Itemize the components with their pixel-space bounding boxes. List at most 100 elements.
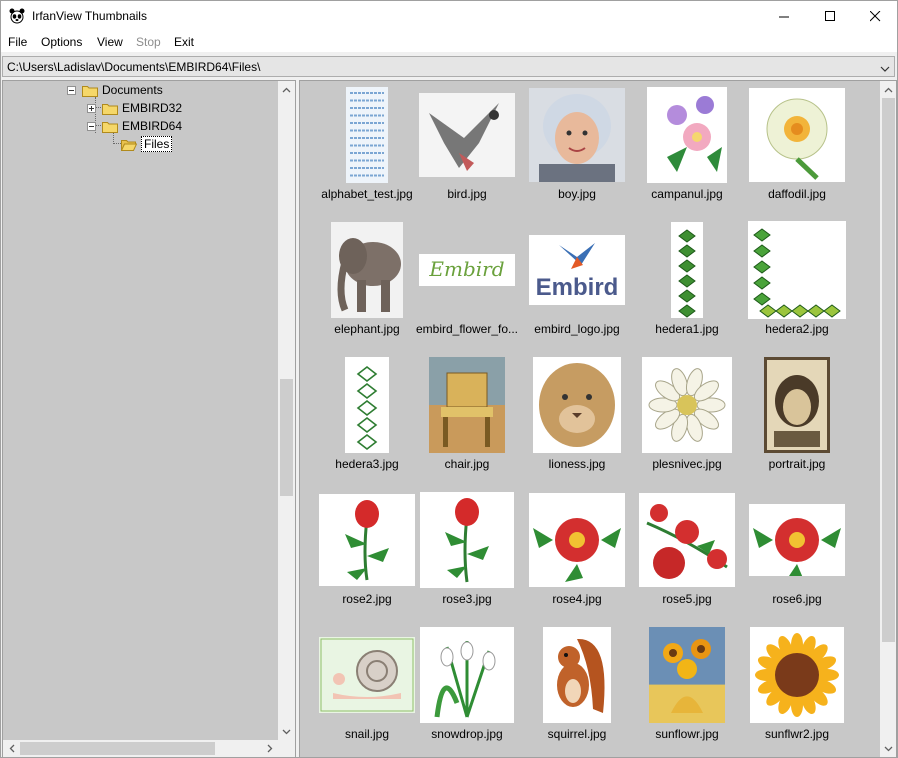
thumbnail-frame[interactable] [632,85,742,185]
scroll-down-icon[interactable] [278,723,295,740]
thumbnail-image[interactable] [533,357,621,453]
thumbnail-frame[interactable] [742,355,852,455]
expand-icon[interactable] [87,103,96,113]
thumbnail-frame[interactable]: Embird [412,220,522,320]
thumbnail-image[interactable] [419,93,515,177]
thumbnail-filename[interactable]: squirrel.jpg [514,727,640,741]
thumbnail-filename[interactable]: lioness.jpg [514,457,640,471]
thumbnail-item[interactable]: boy.jpg [522,85,632,210]
thumbnail-image[interactable] [647,87,727,183]
path-combobox[interactable]: C:\Users\Ladislav\Documents\EMBIRD64\Fil… [2,56,895,77]
menu-stop[interactable]: Stop [136,35,161,49]
thumbnail-vertical-scroll-thumb[interactable] [882,98,895,642]
thumbnail-frame[interactable] [742,625,852,725]
thumbnail-filename[interactable]: daffodil.jpg [734,187,860,201]
thumbnail-filename[interactable]: bird.jpg [404,187,530,201]
thumbnail-filename[interactable]: embird_flower_fo... [404,322,530,336]
thumbnail-item[interactable]: hedera2.jpg [742,220,852,345]
thumbnail-image[interactable]: Embird [419,254,515,286]
thumbnail-frame[interactable] [742,220,852,320]
menu-view[interactable]: View [97,35,123,49]
thumbnail-image[interactable] [649,627,725,723]
folder-tree[interactable]: Documents EMBIRD32 EMBIRD64 Files [2,80,296,758]
thumbnail-item[interactable]: rose4.jpg [522,490,632,615]
tree-item-files[interactable]: Files [121,135,173,153]
thumbnail-item[interactable]: portrait.jpg [742,355,852,480]
tree-vertical-scroll-thumb[interactable] [280,379,293,496]
thumbnail-image[interactable] [319,637,415,713]
thumbnail-filename[interactable]: boy.jpg [514,187,640,201]
thumbnail-image[interactable] [749,504,845,576]
thumbnail-image[interactable] [429,357,505,453]
title-bar[interactable]: IrfanView Thumbnails [1,1,897,31]
thumbnail-item[interactable]: plesnivec.jpg [632,355,742,480]
thumbnail-frame[interactable] [412,625,522,725]
tree-item-documents[interactable]: Documents [67,81,163,99]
thumbnail-frame[interactable] [312,220,422,320]
thumbnail-image[interactable] [642,357,732,453]
thumbnail-filename[interactable]: embird_logo.jpg [514,322,640,336]
tree-vertical-scrollbar[interactable] [278,81,295,740]
thumbnail-item[interactable]: squirrel.jpg [522,625,632,750]
thumbnail-image[interactable] [749,88,845,182]
thumbnail-filename[interactable]: hedera2.jpg [734,322,860,336]
thumbnail-image[interactable] [420,492,514,588]
scroll-down-icon[interactable] [880,740,896,757]
tree-horizontal-scrollbar[interactable] [3,740,278,757]
thumbnail-filename[interactable]: plesnivec.jpg [624,457,750,471]
maximize-button[interactable] [807,1,853,31]
thumbnail-item[interactable]: rose5.jpg [632,490,742,615]
thumbnail-image[interactable] [543,627,611,723]
tree-item-embird32[interactable]: EMBIRD32 [87,99,182,117]
thumbnail-frame[interactable] [522,625,632,725]
collapse-icon[interactable] [87,121,96,131]
close-button[interactable] [852,1,898,31]
thumbnail-item[interactable]: rose6.jpg [742,490,852,615]
thumbnail-frame[interactable] [632,490,742,590]
thumbnail-item[interactable]: Embird embird_flower_fo... [412,220,522,345]
thumbnail-image[interactable] [764,357,830,453]
scroll-left-icon[interactable] [3,740,20,757]
thumbnail-image[interactable] [331,222,403,318]
thumbnail-frame[interactable] [412,85,522,185]
thumbnail-image[interactable] [639,493,735,587]
thumbnail-filename[interactable]: rose5.jpg [624,592,750,606]
thumbnail-image[interactable] [319,494,415,586]
thumbnail-frame[interactable] [522,490,632,590]
thumbnail-filename[interactable]: chair.jpg [404,457,530,471]
collapse-icon[interactable] [67,85,76,95]
thumbnail-image[interactable] [748,221,846,319]
thumbnail-frame[interactable] [632,355,742,455]
thumbnail-item[interactable]: Embird embird_logo.jpg [522,220,632,345]
thumbnail-item[interactable]: campanul.jpg [632,85,742,210]
thumbnail-image[interactable] [346,87,388,183]
thumbnail-filename[interactable]: rose4.jpg [514,592,640,606]
thumbnail-filename[interactable]: sunflowr.jpg [624,727,750,741]
thumbnail-frame[interactable] [632,220,742,320]
thumbnail-frame[interactable] [312,490,422,590]
thumbnail-frame[interactable] [412,355,522,455]
thumbnail-frame[interactable] [312,625,422,725]
thumbnail-frame[interactable] [522,355,632,455]
scroll-right-icon[interactable] [261,740,278,757]
chevron-down-icon[interactable] [880,62,890,76]
thumbnail-frame[interactable] [742,490,852,590]
thumbnail-filename[interactable]: rose6.jpg [734,592,860,606]
thumbnail-frame[interactable] [312,85,422,185]
thumbnail-item[interactable]: rose3.jpg [412,490,522,615]
menu-exit[interactable]: Exit [174,35,194,49]
thumbnail-frame[interactable] [522,85,632,185]
thumbnail-image[interactable] [420,627,514,723]
thumbnail-item[interactable]: sunflwr2.jpg [742,625,852,750]
tree-horizontal-scroll-thumb[interactable] [20,742,215,755]
thumbnail-image[interactable] [529,493,625,587]
thumbnail-image[interactable] [529,88,625,182]
scroll-up-icon[interactable] [880,81,896,98]
menu-options[interactable]: Options [41,35,82,49]
thumbnail-image[interactable] [671,222,703,318]
thumbnail-filename[interactable]: portrait.jpg [734,457,860,471]
thumbnail-item[interactable]: chair.jpg [412,355,522,480]
thumbnail-item[interactable]: sunflowr.jpg [632,625,742,750]
thumbnail-frame[interactable] [412,490,522,590]
thumbnail-item[interactable]: snowdrop.jpg [412,625,522,750]
